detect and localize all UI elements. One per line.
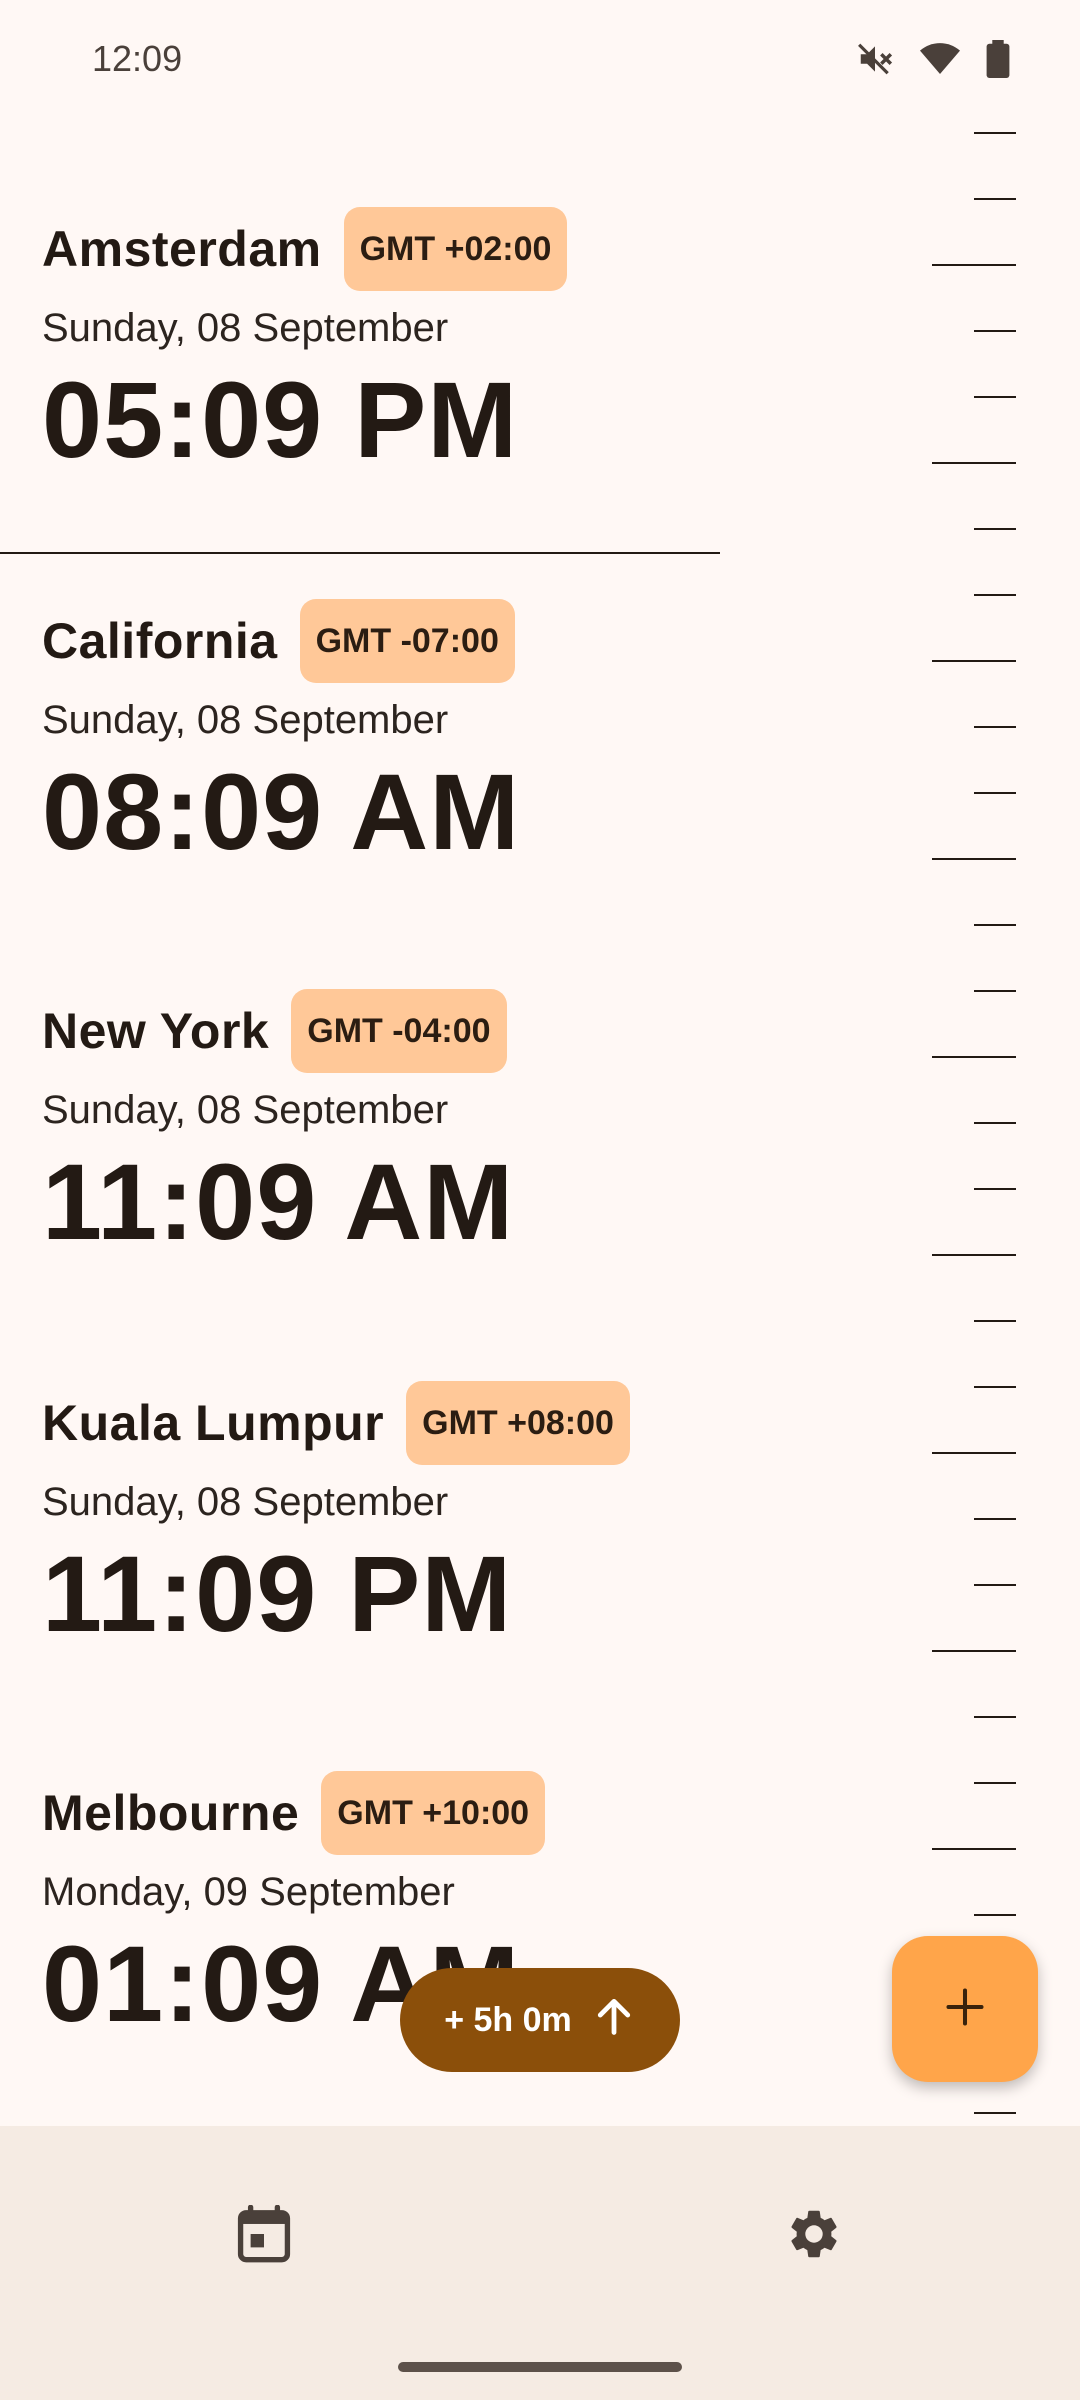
ruler-tick [974, 1386, 1016, 1388]
ruler-tick [974, 1584, 1016, 1586]
city-date: Monday, 09 September [42, 1870, 455, 1914]
ruler-tick [932, 1452, 1016, 1454]
timezone-badge: GMT +02:00 [343, 207, 568, 291]
city-date: Sunday, 08 September [42, 1480, 449, 1524]
ruler-tick [974, 1122, 1016, 1124]
city-date: Sunday, 08 September [42, 698, 449, 742]
ruler-tick [974, 396, 1016, 398]
city-time: 11:09 AM [42, 1141, 515, 1262]
plus-icon [943, 1985, 987, 2034]
add-city-button[interactable] [892, 1936, 1038, 2082]
city-time: 11:09 PM [42, 1533, 513, 1654]
ruler-tick [974, 1782, 1016, 1784]
gear-icon [785, 2205, 843, 2268]
ruler-tick [932, 858, 1016, 860]
calendar-icon [237, 2204, 291, 2268]
settings-nav-button[interactable] [774, 2196, 854, 2276]
city-date: Sunday, 08 September [42, 306, 449, 350]
ruler-tick [974, 1320, 1016, 1322]
ruler-tick [932, 1254, 1016, 1256]
city-name: Amsterdam [42, 221, 322, 277]
ruler-tick [974, 726, 1016, 728]
ruler-tick [932, 462, 1016, 464]
wifi-icon [920, 40, 960, 78]
bottom-nav [0, 2126, 1080, 2400]
ruler-tick [974, 2112, 1016, 2114]
status-bar: 12:09 [0, 0, 1080, 120]
calendar-nav-button[interactable] [224, 2196, 304, 2276]
ruler-tick [974, 1914, 1016, 1916]
current-time-divider [0, 552, 720, 554]
status-time: 12:09 [92, 38, 183, 79]
battery-icon [986, 40, 1010, 78]
city-time: 08:09 AM [42, 751, 521, 872]
ruler-tick [974, 132, 1016, 134]
ruler-tick [974, 528, 1016, 530]
time-offset-label: + 5h 0m [444, 2000, 572, 2039]
ruler-tick [932, 660, 1016, 662]
ruler-tick [932, 1650, 1016, 1652]
ruler-tick [974, 924, 1016, 926]
timezone-badge: GMT +08:00 [406, 1381, 630, 1465]
city-card[interactable]: Kuala Lumpur GMT +08:00 Sunday, 08 Septe… [42, 1380, 942, 1656]
city-name: California [42, 613, 278, 669]
ruler-tick [932, 264, 1016, 266]
ruler-tick [932, 1848, 1016, 1850]
ruler-tick [974, 792, 1016, 794]
status-icons [856, 40, 1010, 78]
ruler-tick [974, 198, 1016, 200]
ruler-tick [974, 330, 1016, 332]
city-date: Sunday, 08 September [42, 1088, 449, 1132]
home-indicator[interactable] [398, 2362, 682, 2372]
arrow-up-icon [592, 1994, 636, 2047]
city-card[interactable]: New York GMT -04:00 Sunday, 08 September… [42, 988, 942, 1264]
ruler-tick [974, 594, 1016, 596]
city-name: New York [42, 1003, 270, 1059]
timezone-badge: GMT +10:00 [321, 1771, 546, 1855]
mute-icon [856, 40, 894, 78]
timezone-badge: GMT -04:00 [291, 989, 507, 1073]
ruler-tick [932, 1056, 1016, 1058]
time-offset-chip[interactable]: + 5h 0m [400, 1968, 680, 2072]
timezone-badge: GMT -07:00 [299, 599, 515, 683]
city-card[interactable]: Amsterdam GMT +02:00 Sunday, 08 Septembe… [42, 206, 942, 482]
ruler-tick [974, 990, 1016, 992]
city-card[interactable]: California GMT -07:00 Sunday, 08 Septemb… [42, 598, 942, 874]
city-time: 05:09 PM [42, 359, 519, 480]
ruler-tick [974, 1188, 1016, 1190]
ruler-tick [974, 1518, 1016, 1520]
city-name: Melbourne [42, 1785, 300, 1841]
ruler-tick [974, 1716, 1016, 1718]
city-name: Kuala Lumpur [42, 1395, 385, 1451]
